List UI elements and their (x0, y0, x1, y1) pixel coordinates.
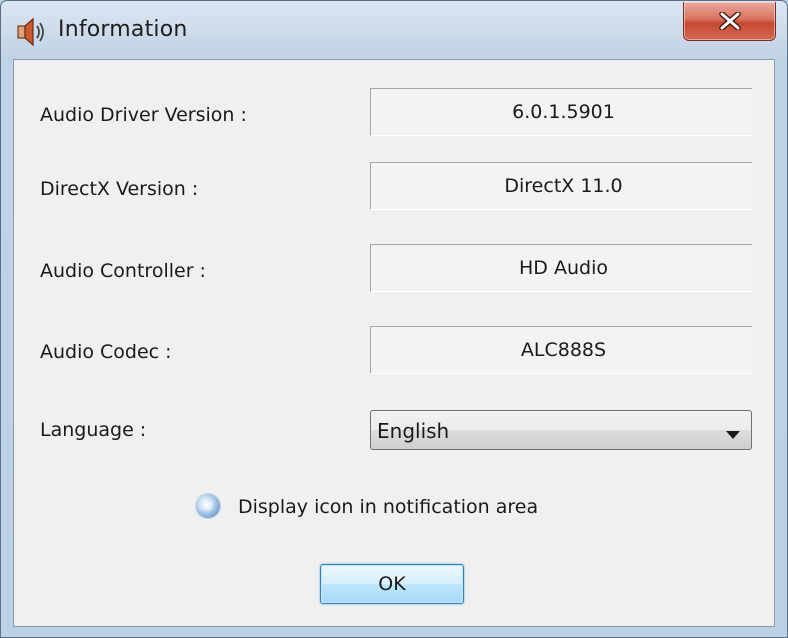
directx-version-value: DirectX 11.0 (370, 162, 752, 210)
directx-version-label: DirectX Version : (40, 178, 199, 200)
window-title: Information (58, 17, 188, 42)
close-icon (718, 12, 741, 30)
audio-controller-label: Audio Controller : (40, 260, 206, 282)
dropdown-arrow-icon (725, 425, 741, 444)
notification-area-radio[interactable] (196, 494, 220, 518)
audio-driver-version-label: Audio Driver Version : (40, 104, 247, 126)
language-select[interactable]: English (370, 410, 752, 450)
title-bar[interactable]: Information (1, 1, 787, 57)
ok-button[interactable]: OK (320, 564, 464, 604)
audio-controller-value: HD Audio (370, 244, 752, 292)
radio-indicator-icon (203, 501, 213, 511)
notification-area-label[interactable]: Display icon in notification area (238, 496, 538, 518)
audio-driver-version-value: 6.0.1.5901 (370, 88, 752, 136)
audio-codec-label: Audio Codec : (40, 341, 172, 363)
speaker-icon (15, 15, 49, 49)
language-label: Language : (40, 419, 147, 441)
information-dialog: Information Audio Driver Version : 6.0.1… (0, 0, 788, 638)
language-selected-value: English (377, 419, 450, 443)
audio-codec-value: ALC888S (370, 326, 752, 374)
dialog-content: Audio Driver Version : 6.0.1.5901 Direct… (13, 59, 775, 627)
close-button[interactable] (683, 2, 776, 41)
